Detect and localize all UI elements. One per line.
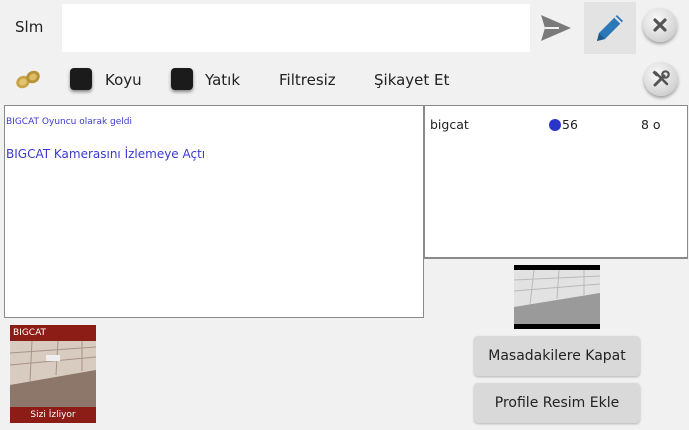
user-points: 56 [562,117,578,132]
chat-message: BIGCAT Kamerasını İzlemeye Açtı [6,147,206,161]
chat-message: BIGCAT Oyuncu olarak geldi [6,117,133,127]
coins-icon[interactable] [12,68,44,90]
message-input[interactable] [62,4,530,52]
pen-button[interactable] [584,2,636,54]
watcher-name: BIGCAT [10,325,96,341]
add-profile-picture-button[interactable]: Profile Resim Ekle [474,383,640,423]
chat-panel[interactable]: BIGCAT Oyuncu olarak geldi BIGCAT Kamera… [4,105,424,318]
pen-icon [597,15,623,41]
close-button[interactable] [643,8,677,42]
yatik-label: Yatık [205,71,241,89]
koyu-checkbox[interactable] [70,68,92,90]
watcher-status: Sizi İzliyor [10,407,96,423]
koyu-label: Koyu [105,71,142,89]
camera-feed-image [514,265,600,329]
yatik-checkbox[interactable] [171,68,193,90]
user-name: bigcat [430,117,469,132]
close-to-table-button[interactable]: Masadakilere Kapat [474,336,640,376]
filtresiz-option[interactable]: Filtresiz [279,71,336,89]
send-button[interactable] [532,6,580,50]
camera-preview[interactable] [514,265,600,329]
user-list-panel: bigcat 56 8 o [424,105,688,258]
message-label: Slm [15,18,44,36]
report-option[interactable]: Şikayet Et [374,71,449,89]
tools-icon [652,70,670,87]
send-icon [541,15,571,41]
chip-icon [549,119,561,131]
divider [424,258,688,259]
watcher-tile[interactable]: BIGCAT Sizi İzliyor [10,325,96,423]
close-icon [653,18,667,32]
tools-button[interactable] [644,62,678,96]
user-info: 8 o [641,117,661,132]
